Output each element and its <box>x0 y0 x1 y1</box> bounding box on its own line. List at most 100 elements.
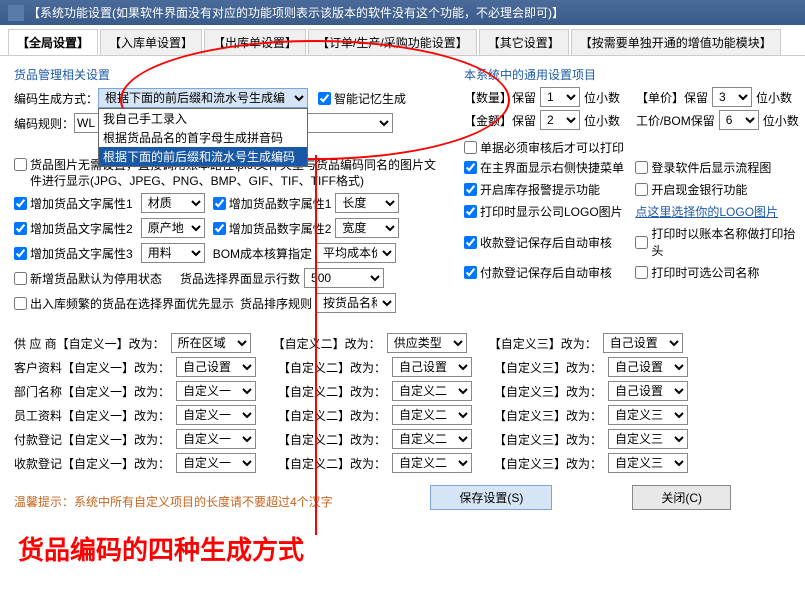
rule-suffix-select[interactable] <box>307 113 393 133</box>
attr3-select[interactable]: 用料 <box>141 243 205 263</box>
rule-label: 编码规则： <box>14 115 74 132</box>
customer-c1-select[interactable]: 自己设置 <box>176 357 256 377</box>
numattr1-select[interactable]: 长度 <box>335 193 399 213</box>
check-logo[interactable] <box>464 205 477 218</box>
disp-rows-label: 货品选择界面显示行数 <box>180 270 300 287</box>
tab-addon[interactable]: 【按需要单独开通的增值功能模块】 <box>571 29 781 55</box>
check-stockwarn[interactable] <box>464 183 477 196</box>
check-pay-auto[interactable] <box>464 266 477 279</box>
bom-select[interactable]: 平均成本价 <box>316 243 396 263</box>
annotation-text: 货品编码的四种生成方式 <box>0 526 805 571</box>
dept-c3-select[interactable]: 自己设置 <box>608 381 688 401</box>
recv-c1-label: 收款登记【自定义一】改为： <box>14 455 170 472</box>
staff-c3-select[interactable]: 自定义三 <box>608 405 688 425</box>
bom-price-label: 工价/BOM保留 <box>636 112 715 129</box>
left-section-title: 货品管理相关设置 <box>14 64 446 87</box>
check-cashbank-label: 开启现金银行功能 <box>651 181 747 198</box>
check-flowchart[interactable] <box>635 161 648 174</box>
recv-c2-select[interactable]: 自定义二 <box>392 453 472 473</box>
attr1-label: 增加货品文字属性1 <box>30 195 133 212</box>
save-button[interactable]: 保存设置(S) <box>430 485 552 510</box>
gen-option-manual[interactable]: 我自己手工录入 <box>99 109 307 128</box>
dept-c2-select[interactable]: 自定义二 <box>392 381 472 401</box>
amt-label: 【金额】保留 <box>464 112 536 129</box>
bom-price-unit: 位小数 <box>763 112 799 129</box>
dept-c1-select[interactable]: 自定义一 <box>176 381 256 401</box>
image-setting-check[interactable] <box>14 158 27 171</box>
attr1-check[interactable] <box>14 197 27 210</box>
numattr1-check[interactable] <box>213 197 226 210</box>
staff-c3-label: 【自定义三】改为： <box>494 407 602 424</box>
pay-c1-select[interactable]: 自定义一 <box>176 429 256 449</box>
tab-bar: 【全局设置】 【入库单设置】 【出库单设置】 【订单/生产/采购功能设置】 【其… <box>0 25 805 56</box>
close-button[interactable]: 关闭(C) <box>632 485 731 510</box>
window-title: 【系统功能设置(如果软件界面没有对应的功能项则表示该版本的软件没有这个功能，不必… <box>28 4 564 21</box>
sort-select[interactable]: 按货品名称 <box>316 293 396 313</box>
supplier-c3-select[interactable]: 自己设置 <box>603 333 683 353</box>
customer-c2-select[interactable]: 自己设置 <box>392 357 472 377</box>
tab-other[interactable]: 【其它设置】 <box>479 29 569 55</box>
supplier-c2-select[interactable]: 供应类型 <box>387 333 467 353</box>
numattr1-label: 增加货品数字属性1 <box>229 195 332 212</box>
check-print-company-label: 打印时可选公司名称 <box>651 264 759 281</box>
gen-option-pinyin[interactable]: 根据货品品名的首字母生成拼音码 <box>99 128 307 147</box>
new-default-stop-label: 新增货品默认为停用状态 <box>30 270 162 287</box>
staff-c1-label: 员工资料【自定义一】改为： <box>14 407 170 424</box>
bom-price-select[interactable]: 6 <box>719 110 759 130</box>
attr2-select[interactable]: 原产地 <box>141 218 205 238</box>
check-audit-print[interactable] <box>464 141 477 154</box>
tab-inbound[interactable]: 【入库单设置】 <box>100 29 202 55</box>
attr1-select[interactable]: 材质 <box>141 193 205 213</box>
gen-method-label: 编码生成方式： <box>14 90 98 107</box>
gen-method-select[interactable]: 根据下面的前后缀和流水号生成编 <box>98 88 308 108</box>
tab-order[interactable]: 【订单/生产/采购功能设置】 <box>308 29 477 55</box>
check-flowchart-label: 登录软件后显示流程图 <box>651 159 771 176</box>
recv-c3-select[interactable]: 自定义三 <box>608 453 688 473</box>
check-print-bookname[interactable] <box>635 236 648 249</box>
supplier-c1-select[interactable]: 所在区域 <box>171 333 251 353</box>
numattr2-select[interactable]: 宽度 <box>335 218 399 238</box>
check-shortcut[interactable] <box>464 161 477 174</box>
dept-c3-label: 【自定义三】改为： <box>494 383 602 400</box>
staff-c2-select[interactable]: 自定义二 <box>392 405 472 425</box>
recv-c1-select[interactable]: 自定义一 <box>176 453 256 473</box>
check-cashbank[interactable] <box>635 183 648 196</box>
hint-text: 温馨提示：系统中所有自定义项目的长度请不要超过4个汉字 <box>14 493 333 510</box>
supplier-c3-label: 【自定义三】改为： <box>489 335 597 352</box>
freq-priority-check[interactable] <box>14 297 27 310</box>
dept-c1-label: 部门名称【自定义一】改为： <box>14 383 170 400</box>
check-pay-auto-label: 付款登记保存后自动审核 <box>480 264 612 281</box>
numattr2-check[interactable] <box>213 222 226 235</box>
tab-outbound[interactable]: 【出库单设置】 <box>204 29 306 55</box>
app-icon <box>8 5 24 21</box>
attr2-check[interactable] <box>14 222 27 235</box>
attr3-check[interactable] <box>14 247 27 260</box>
pay-c2-label: 【自定义二】改为： <box>278 431 386 448</box>
check-print-company[interactable] <box>635 266 648 279</box>
supplier-c1-label: 供 应 商【自定义一】改为： <box>14 335 165 352</box>
tab-global[interactable]: 【全局设置】 <box>8 29 98 55</box>
staff-c1-select[interactable]: 自定义一 <box>176 405 256 425</box>
check-print-bookname-label: 打印时以账本名称做打印抬头 <box>651 225 798 259</box>
check-logo-label: 打印时显示公司LOGO图片 <box>480 203 623 220</box>
smart-gen-label: 智能记忆生成 <box>334 90 406 107</box>
customer-c2-label: 【自定义二】改为： <box>278 359 386 376</box>
amt-select[interactable]: 2 <box>540 110 580 130</box>
customer-c3-select[interactable]: 自己设置 <box>608 357 688 377</box>
disp-rows-select[interactable]: 500 <box>304 268 384 288</box>
price-select[interactable]: 3 <box>712 87 752 107</box>
qty-unit: 位小数 <box>584 89 620 106</box>
recv-c2-label: 【自定义二】改为： <box>278 455 386 472</box>
qty-select[interactable]: 1 <box>540 87 580 107</box>
gen-option-serial[interactable]: 根据下面的前后缀和流水号生成编码 <box>99 147 307 166</box>
attr3-label: 增加货品文字属性3 <box>30 245 133 262</box>
logo-link[interactable]: 点这里选择你的LOGO图片 <box>635 203 778 220</box>
staff-c2-label: 【自定义二】改为： <box>278 407 386 424</box>
check-recv-auto-label: 收款登记保存后自动审核 <box>480 234 612 251</box>
pay-c2-select[interactable]: 自定义二 <box>392 429 472 449</box>
check-recv-auto[interactable] <box>464 236 477 249</box>
smart-gen-check[interactable] <box>318 92 331 105</box>
pay-c3-select[interactable]: 自定义三 <box>608 429 688 449</box>
check-stockwarn-label: 开启库存报警提示功能 <box>480 181 600 198</box>
new-default-stop-check[interactable] <box>14 272 27 285</box>
